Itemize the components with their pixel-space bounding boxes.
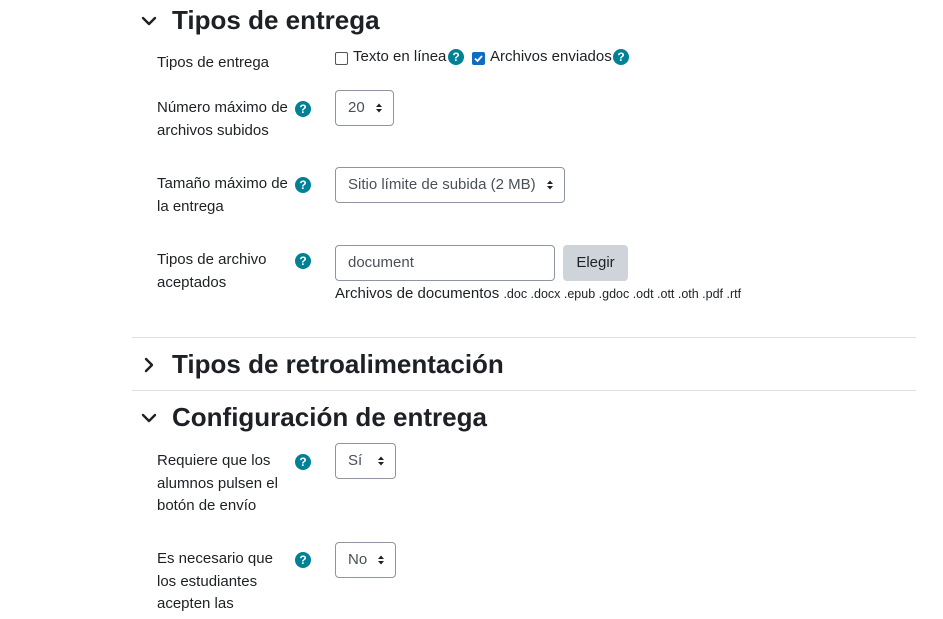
file-types-description: Archivos de documentos .doc .docx .epub … (335, 284, 741, 304)
help-icon[interactable]: ? (295, 177, 311, 193)
help-icon[interactable]: ? (448, 49, 464, 65)
online-text-label: Texto en línea (353, 48, 447, 65)
max-size-select[interactable]: Sitio límite de subida (2 MB) (335, 167, 565, 203)
max-files-select[interactable]: 20 (335, 90, 394, 126)
require-submit-label: Requiere que los alumnos pulsen el botón… (157, 452, 278, 514)
chevron-right-icon[interactable] (140, 356, 158, 374)
require-submit-value: Sí (348, 452, 363, 469)
sort-caret-icon (547, 180, 553, 190)
section-header-feedback-types[interactable]: Tipos de retroalimentación (132, 344, 916, 392)
chevron-down-icon[interactable] (140, 409, 158, 427)
checkmark-icon (474, 55, 483, 63)
chevron-down-icon[interactable] (140, 12, 158, 30)
help-icon[interactable]: ? (295, 253, 311, 269)
max-files-label: Número máximo de archivos subidos (157, 99, 288, 139)
sort-caret-icon (376, 103, 382, 113)
help-icon[interactable]: ? (295, 552, 311, 568)
file-submissions-label: Archivos enviados (490, 48, 612, 65)
max-size-value: Sitio límite de subida (2 MB) (348, 176, 536, 193)
submission-types-label: Tipos de entrega (157, 54, 270, 71)
file-types-label: Tipos de archivo aceptados (157, 251, 267, 291)
max-size-label: Tamaño máximo de la entrega (157, 175, 288, 215)
sort-caret-icon (378, 555, 384, 565)
section-header-submission-settings[interactable]: Configuración de entrega (132, 397, 916, 445)
require-accept-label: Es necesario que los estudiantes acepten… (157, 550, 273, 612)
section-title: Tipos de entrega (172, 5, 380, 35)
section-divider (132, 337, 916, 338)
sort-caret-icon (378, 456, 384, 466)
help-icon[interactable]: ? (295, 101, 311, 117)
file-types-group-name: Archivos de documentos (335, 285, 500, 302)
file-submissions-checkbox[interactable] (472, 52, 485, 65)
choose-button[interactable]: Elegir (563, 245, 628, 281)
section-divider (132, 390, 916, 391)
max-files-value: 20 (348, 99, 365, 116)
file-types-input[interactable]: document (335, 245, 555, 281)
online-text-checkbox[interactable] (335, 52, 348, 65)
require-accept-select[interactable]: No (335, 542, 396, 578)
help-icon[interactable]: ? (613, 49, 629, 65)
require-submit-select[interactable]: Sí (335, 443, 396, 479)
section-title: Configuración de entrega (172, 402, 487, 432)
section-title: Tipos de retroalimentación (172, 349, 504, 379)
file-types-extensions: .doc .docx .epub .gdoc .odt .ott .oth .p… (503, 287, 742, 301)
section-header-submission-types[interactable]: Tipos de entrega (132, 0, 916, 48)
require-accept-value: No (348, 551, 368, 568)
help-icon[interactable]: ? (295, 454, 311, 470)
